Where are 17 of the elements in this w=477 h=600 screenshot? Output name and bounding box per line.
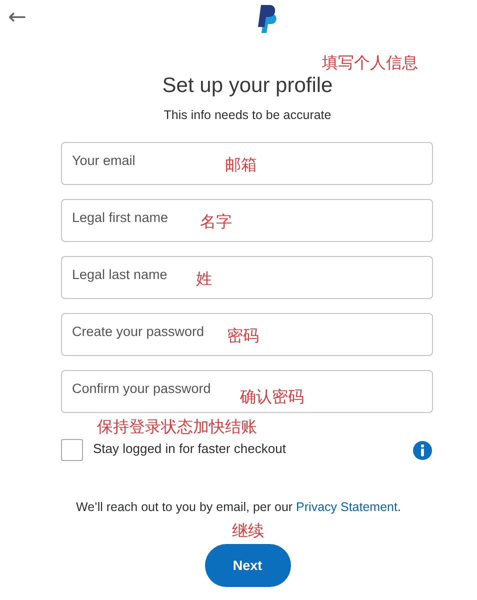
info-icon[interactable] — [413, 440, 432, 460]
privacy-link[interactable]: Privacy Statement — [296, 500, 398, 514]
annotation: 填写个人信息 — [322, 54, 418, 72]
annotation: 邮箱 — [225, 156, 257, 174]
subtitle: This info needs to be accurate — [162, 107, 332, 124]
back-button[interactable]: ← — [4, 6, 30, 30]
annotation: 姓 — [196, 270, 212, 288]
page-title: Set up your profile — [161, 73, 334, 99]
annotation: 继续 — [232, 522, 264, 540]
checkbox[interactable] — [61, 439, 83, 461]
next-button[interactable]: Next — [204, 544, 290, 587]
annotation: 名字 — [200, 213, 232, 231]
annotation: 保持登录状态加快结账 — [97, 418, 257, 436]
checkbox-label: Stay logged in for faster checkout — [93, 440, 287, 456]
annotation: 确认密码 — [240, 388, 304, 406]
notice-text: We’ll reach out to you by email, per our Privacy Statement. — [75, 499, 402, 515]
annotation: 密码 — [227, 327, 259, 345]
